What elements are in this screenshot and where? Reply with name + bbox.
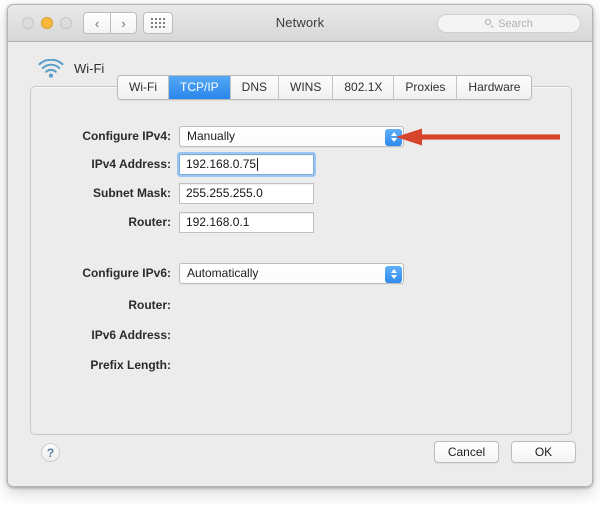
configure-ipv6-row: Configure IPv6: Automatically (31, 262, 404, 284)
subnet-mask-row: Subnet Mask: 255.255.255.0 (31, 182, 314, 204)
service-header: Wi-Fi (38, 58, 105, 78)
service-name: Wi-Fi (74, 61, 105, 76)
ipv4-address-input[interactable]: 192.168.0.75 (177, 151, 316, 177)
ipv4-router-input[interactable]: 192.168.0.1 (179, 211, 314, 233)
configure-ipv6-popup[interactable]: Automatically (179, 262, 404, 284)
ipv4-address-row: IPv4 Address: 192.168.0.75 (31, 151, 316, 177)
tab-wifi[interactable]: Wi-Fi (118, 76, 169, 99)
search-placeholder: Search (498, 17, 533, 30)
configure-ipv4-popup[interactable]: Manually (179, 125, 404, 147)
tab-dns[interactable]: DNS (230, 76, 279, 99)
prefix-length-row: Prefix Length: (31, 354, 179, 376)
tab-bar: Wi-Fi TCP/IP DNS WINS 802.1X Proxies Har… (117, 75, 533, 100)
configure-ipv4-value: Manually (187, 129, 236, 143)
tab-wins[interactable]: WINS (279, 76, 334, 99)
ipv6-router-row: Router: (31, 294, 179, 316)
window-titlebar: ‹ › Network Search (8, 5, 592, 42)
chevron-updown-icon[interactable] (385, 265, 402, 283)
settings-panel: Wi-Fi TCP/IP DNS WINS 802.1X Proxies Har… (30, 75, 572, 435)
ipv6-address-label: IPv6 Address: (91, 328, 171, 342)
subnet-mask-label: Subnet Mask: (92, 186, 171, 200)
ipv4-address-value: 192.168.0.75 (186, 157, 257, 171)
help-button[interactable]: ? (41, 443, 60, 462)
desktop-backdrop: ‹ › Network Search Wi-Fi Wi-Fi TCP/IP DN… (0, 0, 600, 505)
ipv4-router-label: Router: (128, 215, 171, 229)
search-input[interactable]: Search (437, 14, 581, 33)
ipv4-address-label: IPv4 Address: (91, 157, 171, 171)
ipv4-router-value: 192.168.0.1 (186, 215, 250, 229)
search-icon (485, 19, 494, 28)
configure-ipv4-row: Configure IPv4: Manually (31, 125, 404, 147)
tab-8021x[interactable]: 802.1X (333, 76, 395, 99)
wifi-icon (38, 58, 64, 78)
sheet-footer: ? Cancel OK (8, 435, 592, 486)
subnet-mask-input[interactable]: 255.255.255.0 (179, 182, 314, 204)
cancel-button[interactable]: Cancel (434, 441, 499, 463)
text-caret (257, 157, 259, 171)
network-preferences-window: ‹ › Network Search Wi-Fi Wi-Fi TCP/IP DN… (7, 4, 593, 487)
ipv6-address-row: IPv6 Address: (31, 324, 179, 346)
ok-button[interactable]: OK (511, 441, 576, 463)
tcpip-settings-sheet: Wi-Fi Wi-Fi TCP/IP DNS WINS 802.1X Proxi… (8, 42, 592, 486)
tab-tcpip[interactable]: TCP/IP (168, 76, 231, 99)
ipv4-router-row: Router: 192.168.0.1 (31, 211, 314, 233)
subnet-mask-value: 255.255.255.0 (186, 186, 263, 200)
ipv6-router-label: Router: (128, 298, 171, 312)
configure-ipv6-label: Configure IPv6: (82, 266, 171, 280)
tab-proxies[interactable]: Proxies (394, 76, 458, 99)
configure-ipv6-value: Automatically (187, 266, 259, 280)
prefix-length-label: Prefix Length: (90, 358, 171, 372)
configure-ipv4-label: Configure IPv4: (82, 129, 171, 143)
chevron-updown-icon[interactable] (385, 128, 402, 146)
tab-hardware[interactable]: Hardware (457, 76, 532, 99)
